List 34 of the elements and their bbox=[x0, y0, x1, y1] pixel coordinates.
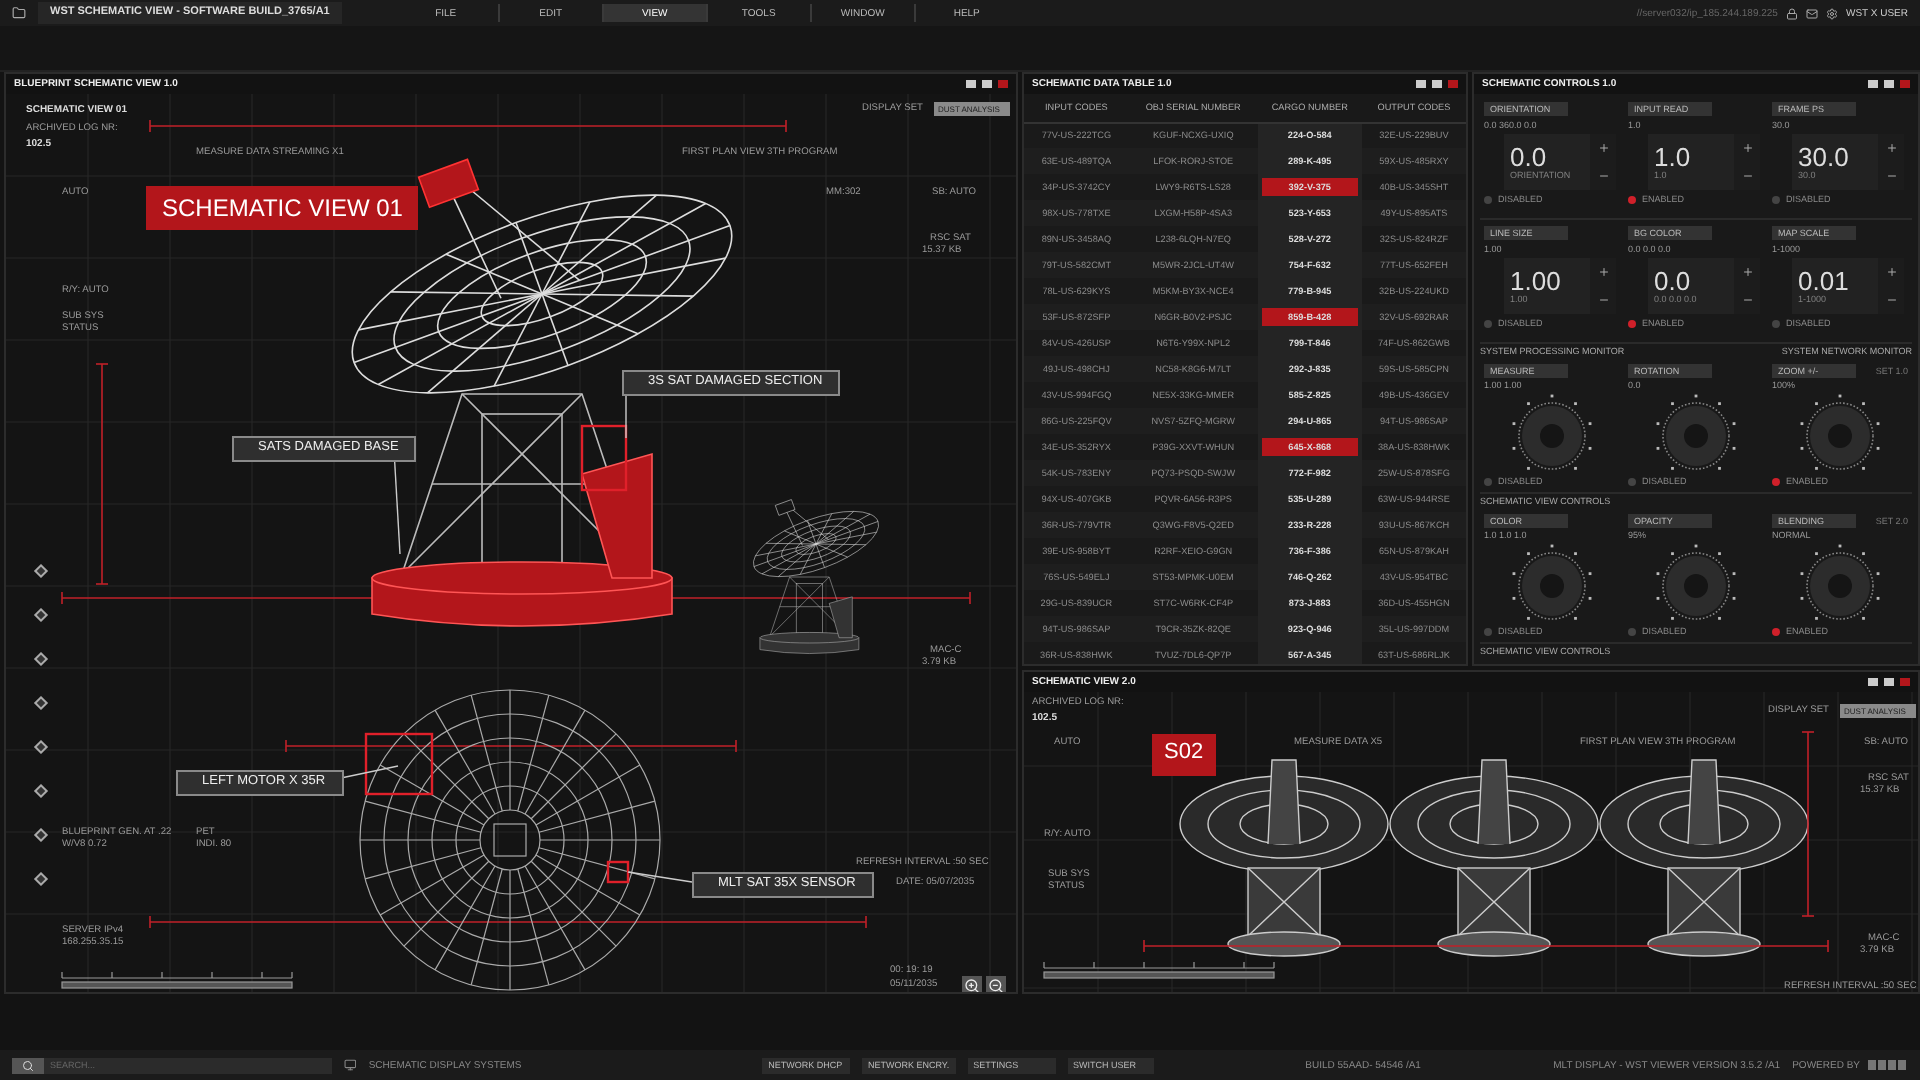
minus-icon bbox=[1741, 170, 1753, 182]
highlight-frame bbox=[364, 732, 434, 796]
knob-dial[interactable] bbox=[1796, 542, 1884, 624]
minus-icon bbox=[1741, 294, 1753, 306]
minus-icon bbox=[1885, 294, 1897, 306]
plus-icon bbox=[1597, 266, 1609, 278]
knob-dial[interactable] bbox=[1796, 392, 1884, 474]
highlight-frame bbox=[606, 860, 630, 884]
logo-icon bbox=[1868, 1060, 1908, 1070]
plus-icon bbox=[1741, 266, 1753, 278]
knob-dial[interactable] bbox=[1508, 392, 1596, 474]
mail-icon[interactable] bbox=[1805, 7, 1818, 19]
lock-icon[interactable] bbox=[1785, 7, 1798, 19]
plus-icon bbox=[1597, 142, 1609, 154]
knob-dial[interactable] bbox=[1508, 542, 1596, 624]
plus-icon bbox=[1741, 142, 1753, 154]
search-button[interactable] bbox=[12, 1057, 44, 1073]
folder-icon bbox=[12, 6, 26, 20]
leader-line bbox=[627, 871, 693, 883]
plus-icon bbox=[1885, 266, 1897, 278]
highlight-frame bbox=[580, 424, 628, 492]
settings-icon[interactable] bbox=[1825, 7, 1838, 19]
minus-icon bbox=[1597, 294, 1609, 306]
zoom-in-button[interactable] bbox=[962, 976, 982, 992]
monitor-icon bbox=[344, 1058, 357, 1072]
leader-line bbox=[625, 395, 627, 439]
knob-dial[interactable] bbox=[1652, 542, 1740, 624]
plus-icon bbox=[1885, 142, 1897, 154]
zoom-out-button[interactable] bbox=[986, 976, 1006, 992]
view-banner: S02 bbox=[1152, 734, 1216, 776]
knob-dial[interactable] bbox=[1652, 392, 1740, 474]
minus-icon bbox=[1597, 170, 1609, 182]
search-icon bbox=[22, 1059, 34, 1071]
minus-icon bbox=[1885, 170, 1897, 182]
